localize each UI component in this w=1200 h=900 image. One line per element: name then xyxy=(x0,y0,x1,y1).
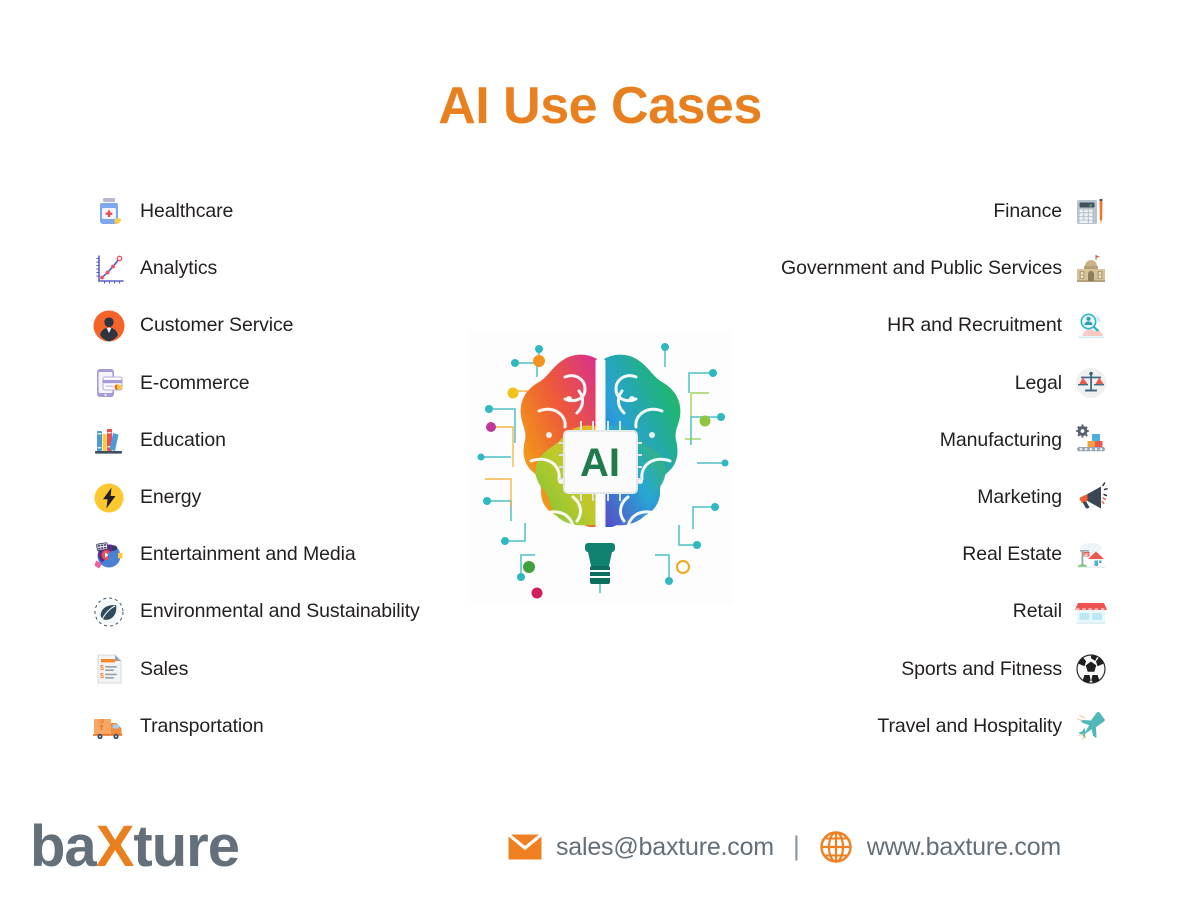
list-item-label: Entertainment and Media xyxy=(140,543,356,566)
list-item[interactable]: Retail xyxy=(736,583,1108,640)
mobile-payment-icon xyxy=(92,366,126,400)
separator: | xyxy=(792,830,800,861)
globe-icon xyxy=(819,830,853,864)
support-agent-icon xyxy=(92,309,126,343)
list-item[interactable]: Education xyxy=(92,412,464,469)
left-use-case-list: Healthcare Analytics Customer Service E-… xyxy=(92,183,464,755)
megaphone-icon xyxy=(1074,481,1108,515)
list-item[interactable]: Environmental and Sustainability xyxy=(92,583,464,640)
contact-bar: sales@baxture.com | www.baxture.com xyxy=(507,830,1061,864)
list-item-label: Retail xyxy=(1012,600,1062,623)
list-item-label: E-commerce xyxy=(140,371,250,394)
calculator-icon: 0 xyxy=(1074,195,1108,229)
list-item-label: Government and Public Services xyxy=(781,257,1062,280)
delivery-truck-icon xyxy=(92,709,126,743)
list-item-label: Environmental and Sustainability xyxy=(140,600,420,623)
list-item-label: Energy xyxy=(140,486,202,509)
list-item[interactable]: Healthcare xyxy=(92,183,464,240)
list-item[interactable]: Travel and Hospitality xyxy=(736,698,1108,755)
list-item[interactable]: Customer Service xyxy=(92,297,464,354)
poster-canvas: AI Use Cases Healthcare Analytics Custom… xyxy=(0,0,1200,900)
list-item[interactable]: Marketing xyxy=(736,469,1108,526)
invoice-icon: $ $ xyxy=(92,652,126,686)
svg-text:$: $ xyxy=(100,665,104,672)
list-item[interactable]: Analytics xyxy=(92,240,464,297)
airplane-icon xyxy=(1074,709,1108,743)
svg-text:0: 0 xyxy=(1089,202,1092,208)
house-for-sale-icon xyxy=(1074,538,1108,572)
list-item-label: Legal xyxy=(1014,371,1062,394)
list-item[interactable]: Energy xyxy=(92,469,464,526)
list-item[interactable]: Legal xyxy=(736,355,1108,412)
list-item-label: Sales xyxy=(140,657,189,680)
list-item[interactable]: Government and Public Services xyxy=(736,240,1108,297)
list-item[interactable]: Finance 0 xyxy=(736,183,1108,240)
page-title: AI Use Cases xyxy=(438,77,762,135)
email-text[interactable]: sales@baxture.com xyxy=(556,833,774,862)
list-item-label: Healthcare xyxy=(140,200,234,223)
storefront-icon xyxy=(1074,595,1108,629)
logo-text-before: ba xyxy=(30,814,97,879)
list-item[interactable]: Real Estate xyxy=(736,526,1108,583)
brand-logo[interactable]: baXture xyxy=(30,818,240,876)
list-item[interactable]: Manufacturing xyxy=(736,412,1108,469)
logo-text-after: ture xyxy=(133,814,240,879)
website-text[interactable]: www.baxture.com xyxy=(867,833,1061,862)
list-item[interactable]: E-commerce xyxy=(92,355,464,412)
list-item[interactable]: Transportation xyxy=(92,698,464,755)
right-use-case-list: Finance 0 Government and Public Services… xyxy=(736,183,1108,755)
list-item-label: HR and Recruitment xyxy=(887,314,1062,337)
ai-brain-illustration: AI xyxy=(469,331,732,604)
list-item-label: Analytics xyxy=(140,257,218,280)
list-item[interactable]: $ $ Sales xyxy=(92,641,464,698)
scales-of-justice-icon xyxy=(1074,366,1108,400)
list-item-label: Manufacturing xyxy=(939,428,1062,451)
list-item-label: Education xyxy=(140,428,226,451)
envelope-icon xyxy=(507,833,543,860)
line-chart-icon xyxy=(92,252,126,286)
logo-text-accent: X xyxy=(95,814,135,879)
media-collage-icon xyxy=(92,538,126,572)
books-icon xyxy=(92,423,126,457)
candidate-search-icon xyxy=(1074,309,1108,343)
svg-text:$: $ xyxy=(100,673,104,680)
list-item[interactable]: Sports and Fitness xyxy=(736,641,1108,698)
lightning-bolt-icon xyxy=(92,481,126,515)
leaf-icon xyxy=(92,595,126,629)
list-item-label: Customer Service xyxy=(140,314,294,337)
list-item-label: Real Estate xyxy=(962,543,1062,566)
list-item-label: Travel and Hospitality xyxy=(877,714,1062,737)
svg-text:AI: AI xyxy=(580,441,620,485)
list-item-label: Finance xyxy=(993,200,1062,223)
list-item-label: Marketing xyxy=(977,486,1062,509)
list-item-label: Sports and Fitness xyxy=(901,657,1062,680)
list-item[interactable]: Entertainment and Media xyxy=(92,526,464,583)
conveyor-belt-icon xyxy=(1074,423,1108,457)
footer: baXture sales@baxture.com | www.baxture.… xyxy=(0,812,1200,900)
soccer-ball-icon xyxy=(1074,652,1108,686)
government-building-icon xyxy=(1074,252,1108,286)
list-item-label: Transportation xyxy=(140,714,264,737)
medicine-bottle-icon xyxy=(92,195,126,229)
list-item[interactable]: HR and Recruitment xyxy=(736,297,1108,354)
